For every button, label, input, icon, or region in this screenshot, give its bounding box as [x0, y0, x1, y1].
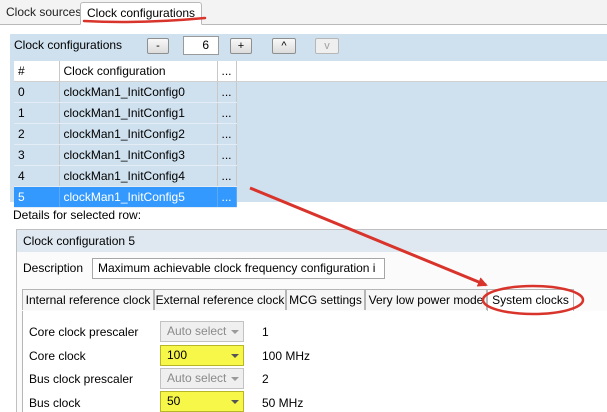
circle-annotation [481, 284, 585, 316]
arrow-annotation [249, 186, 488, 287]
annotation-overlay [82, 16, 585, 316]
underline-annotation [82, 16, 207, 24]
